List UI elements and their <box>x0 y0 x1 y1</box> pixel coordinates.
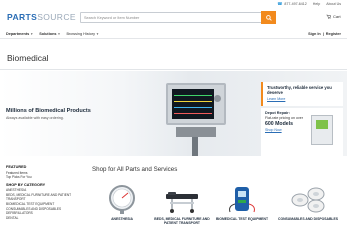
nav-solutions-label: Solutions <box>39 31 57 36</box>
chevron-down-icon: ▼ <box>30 31 34 36</box>
stretcher-icon <box>166 192 198 213</box>
cart-label: Cart <box>333 14 341 19</box>
category-tile-consumables[interactable]: CONSUMABLES AND DISPOSABLES <box>278 180 338 238</box>
hero-subtitle: Always available with easy ordering. <box>6 116 64 120</box>
phone-icon: ☎ <box>277 1 283 6</box>
separator: | <box>322 31 324 36</box>
category-heading: SHOP BY CATEGORY <box>6 182 46 187</box>
tagline-title: Trustworthy, reliable service you deserv… <box>267 85 332 95</box>
monitor-knob <box>214 95 221 102</box>
tagline-card: Trustworthy, reliable service you deserv… <box>261 82 343 106</box>
category-tile-label: CONSUMABLES AND DISPOSABLES <box>278 217 338 221</box>
search-input[interactable]: Search Keyword or Item Number <box>80 12 262 23</box>
learn-more-link[interactable]: Learn More <box>267 97 339 101</box>
page-title: Biomedical <box>7 53 49 63</box>
hero-banner: Millions of Biomedical Products Always a… <box>0 71 347 156</box>
gauge-icon <box>109 185 135 214</box>
category-tile-anesthesia[interactable]: ANESTHESIA <box>92 180 152 238</box>
category-tile-label: BEDS, MEDICAL FURNITURE AND PATIENT TRAN… <box>154 217 210 225</box>
site-header: PARTSSOURCE Search Keyword or Item Numbe… <box>0 8 347 26</box>
cart-button[interactable]: Cart <box>326 14 341 19</box>
tester-icon <box>229 187 255 213</box>
infusion-pump-image <box>311 115 333 145</box>
monitor-cart-image <box>176 127 216 137</box>
sidebar: FEATURED Featured Items Top Picks For Yo… <box>6 165 76 220</box>
pump-screen <box>316 120 328 129</box>
sign-in-link[interactable]: Sign In <box>308 32 321 36</box>
patient-monitor-image <box>166 83 226 125</box>
chevron-down-icon: ▼ <box>57 31 61 36</box>
about-link[interactable]: About Us <box>326 2 341 6</box>
category-tile-label: BIOMEDICAL TEST EQUIPMENT <box>215 217 269 221</box>
nav-departments-label: Departments <box>6 31 30 36</box>
utility-bar: ☎ 877-497-6412 Help About Us <box>0 0 347 7</box>
nav-departments[interactable]: Departments ▼ <box>6 32 33 36</box>
chevron-down-icon: ▼ <box>95 31 99 36</box>
main-nav: Departments ▼ Solutions ▼ Browsing History… <box>0 29 347 39</box>
sidebar-item-dental[interactable]: DENTAL <box>6 216 76 221</box>
category-tile-beds[interactable]: BEDS, MEDICAL FURNITURE AND PATIENT TRAN… <box>152 180 212 238</box>
nav-browsing-history[interactable]: Browsing History ▼ <box>66 32 98 36</box>
logo[interactable]: PARTSSOURCE <box>7 12 76 22</box>
nav-browsing-history-label: Browsing History <box>66 31 95 36</box>
hero-title: Millions of Biomedical Products <box>6 108 91 114</box>
category-tile-label: ANESTHESIA <box>111 217 133 221</box>
account-links: Sign In | Register <box>308 32 341 36</box>
monitor-screen <box>172 89 214 119</box>
monitor-stand-image <box>192 137 198 156</box>
category-grid: ANESTHESIA BEDS, MEDICAL FURNITURE AND P… <box>92 180 347 240</box>
logo-text-bold: PARTS <box>7 12 38 22</box>
help-link[interactable]: Help <box>313 2 320 6</box>
shop-section-title: Shop for All Parts and Services <box>92 166 178 173</box>
category-tile-biomedical-test[interactable]: BIOMEDICAL TEST EQUIPMENT <box>212 180 272 238</box>
search-button[interactable] <box>261 11 276 24</box>
sidebar-item-beds[interactable]: BEDS, MEDICAL FURNITURE AND PATIENT TRAN… <box>6 193 76 202</box>
nav-solutions[interactable]: Solutions ▼ <box>39 32 60 36</box>
tape-rolls-icon <box>291 187 325 213</box>
phone-number: 877-497-6412 <box>284 2 307 6</box>
cart-icon <box>326 14 331 19</box>
divider <box>0 69 347 70</box>
search-icon <box>265 14 272 21</box>
logo-text-light: SOURCE <box>37 12 76 22</box>
phone-link[interactable]: ☎ 877-497-6412 <box>277 1 306 6</box>
featured-heading: FEATURED <box>6 165 27 169</box>
register-link[interactable]: Register <box>326 32 341 36</box>
